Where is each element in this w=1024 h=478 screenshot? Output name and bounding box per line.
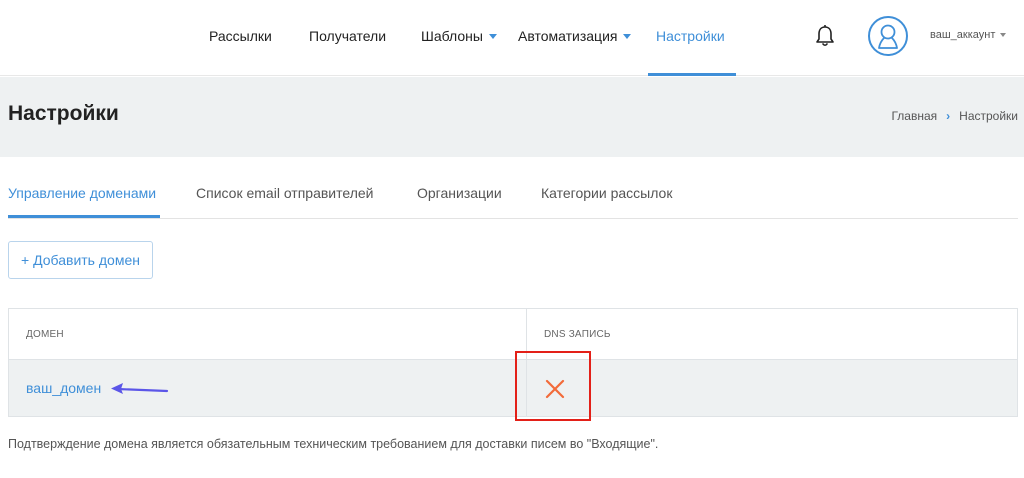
table-row: ваш_домен (9, 360, 1017, 416)
domain-link[interactable]: ваш_домен (26, 380, 101, 396)
bell-icon[interactable] (814, 24, 836, 48)
tab-mailing-categories[interactable]: Категории рассылок (541, 185, 672, 201)
annotation-highlight-box (515, 351, 591, 421)
domain-verification-note: Подтверждение домена является обязательн… (8, 437, 659, 451)
table-header-row: Домен DNS запись (9, 309, 1017, 360)
page-header: Настройки Главная › Настройки (0, 77, 1024, 157)
tab-organizations[interactable]: Организации (417, 185, 502, 201)
column-header-domain: Домен (26, 329, 64, 340)
annotation-arrow-icon (111, 383, 169, 394)
add-domain-button[interactable]: + Добавить домен (8, 241, 153, 279)
account-menu[interactable]: ваш_аккаунт (930, 29, 1007, 41)
chevron-down-icon (488, 33, 497, 39)
active-nav-indicator (648, 73, 736, 76)
nav-item-mailings[interactable]: Рассылки (209, 28, 272, 44)
nav-item-recipients[interactable]: Получатели (309, 28, 386, 44)
nav-item-automation[interactable]: Автоматизация (518, 28, 632, 44)
nav-item-automation-label: Автоматизация (518, 28, 618, 44)
page-title: Настройки (8, 102, 119, 125)
nav-item-templates[interactable]: Шаблоны (421, 28, 497, 44)
top-navigation: Рассылки Получатели Шаблоны Автоматизаци… (0, 0, 1024, 76)
chevron-down-icon (1000, 33, 1007, 38)
settings-tabs: Управление доменами Список email отправи… (8, 156, 1018, 219)
column-header-dns: DNS запись (544, 329, 611, 340)
chevron-down-icon (623, 33, 632, 39)
user-avatar-icon[interactable] (868, 16, 908, 56)
nav-item-templates-label: Шаблоны (421, 28, 483, 44)
nav-item-settings[interactable]: Настройки (656, 28, 725, 44)
breadcrumb-current: Настройки (959, 109, 1018, 123)
tab-domain-management[interactable]: Управление доменами (8, 185, 156, 201)
breadcrumb-separator: › (946, 109, 951, 123)
domains-table: Домен DNS запись ваш_домен (8, 308, 1018, 417)
breadcrumb-home[interactable]: Главная (891, 109, 937, 123)
account-name: ваш_аккаунт (930, 29, 996, 41)
active-tab-indicator (8, 215, 160, 218)
tab-sender-emails[interactable]: Список email отправителей (196, 185, 373, 201)
breadcrumb: Главная › Настройки (891, 109, 1018, 123)
